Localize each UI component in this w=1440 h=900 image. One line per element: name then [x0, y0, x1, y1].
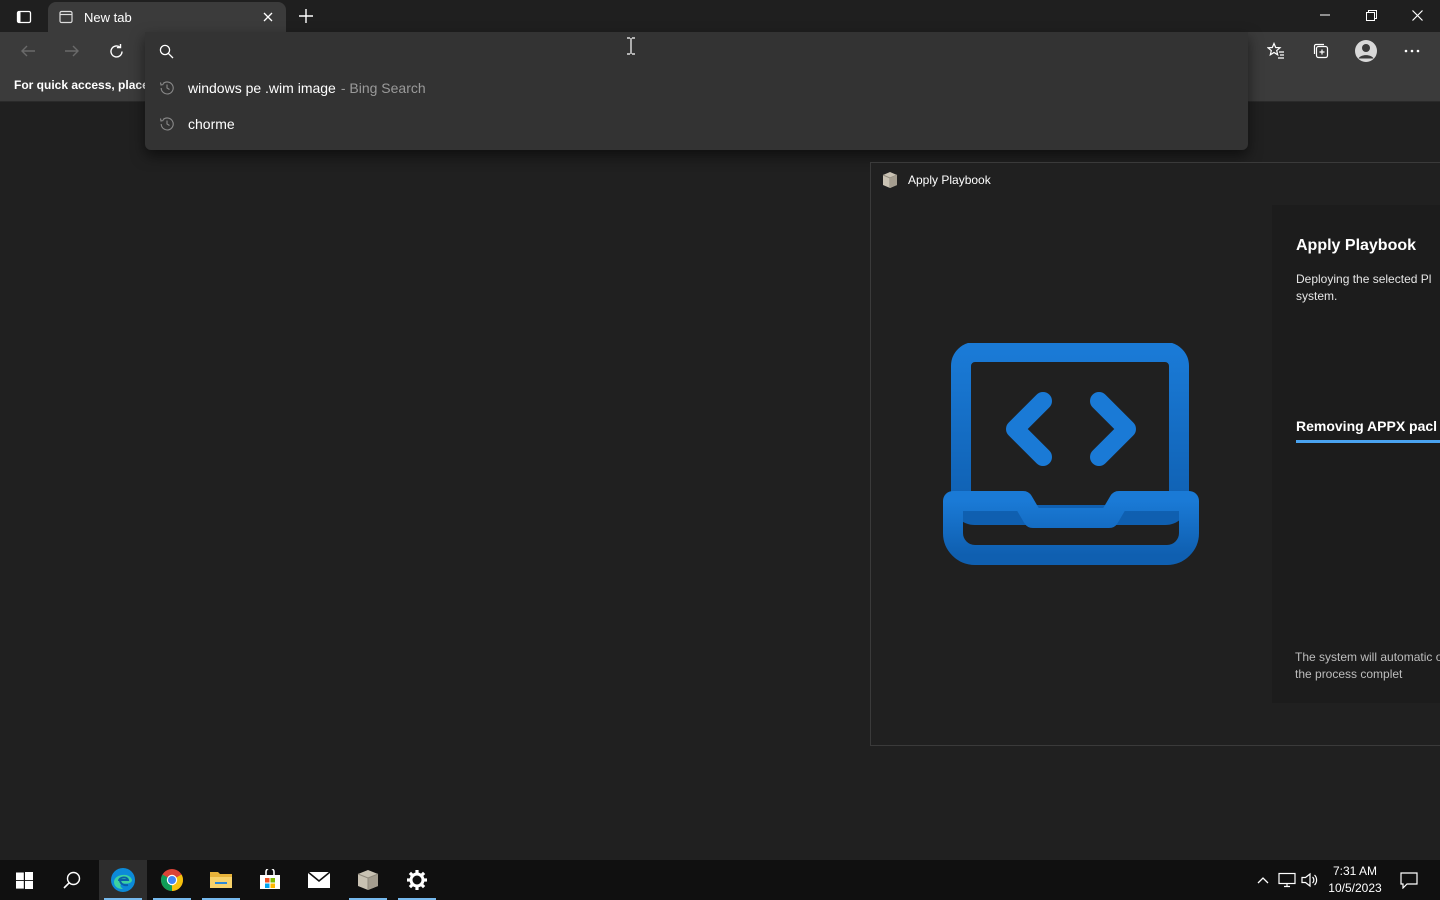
taskbar-edge[interactable] — [99, 860, 147, 900]
collections-button[interactable] — [1306, 36, 1336, 66]
restore-icon — [1365, 9, 1377, 21]
playbook-current-step: Removing APPX pacl — [1296, 418, 1438, 434]
suggestion-source: - Bing Search — [340, 80, 426, 96]
history-icon — [157, 78, 177, 98]
network-button[interactable] — [1276, 860, 1298, 900]
suggestion-item[interactable]: chorme — [145, 106, 1248, 142]
minimize-icon — [1320, 14, 1330, 16]
taskbar-store[interactable] — [246, 860, 294, 900]
history-icon — [157, 114, 177, 134]
forward-button[interactable] — [57, 36, 87, 66]
suggestion-text: chorme — [188, 116, 235, 132]
taskbar-mail[interactable] — [295, 860, 343, 900]
minimize-button[interactable] — [1302, 0, 1348, 30]
mail-icon — [307, 871, 331, 888]
new-tab-favicon-icon — [58, 9, 74, 25]
profile-button[interactable] — [1351, 36, 1381, 66]
tab-actions-icon — [16, 10, 32, 24]
notification-center-button[interactable] — [1394, 860, 1424, 900]
address-bar — [145, 32, 1248, 70]
window-close-button[interactable] — [1394, 0, 1440, 30]
notification-icon — [1400, 871, 1418, 889]
search-icon — [157, 42, 175, 60]
taskbar-chrome[interactable] — [148, 860, 196, 900]
start-button[interactable] — [0, 860, 48, 900]
suggestion-item[interactable]: windows pe .wim image - Bing Search — [145, 70, 1248, 106]
file-explorer-icon — [210, 872, 232, 888]
playbook-status-panel: Apply Playbook Deploying the selected Pl… — [1272, 205, 1440, 703]
taskbar: 7:31 AM 10/5/2023 — [0, 860, 1440, 900]
clock-date: 10/5/2023 — [1328, 881, 1382, 895]
taskbar-settings[interactable] — [393, 860, 441, 900]
restore-button[interactable] — [1348, 0, 1394, 30]
network-icon — [1278, 872, 1296, 888]
show-hidden-icons-button[interactable] — [1253, 860, 1273, 900]
edge-icon — [111, 868, 135, 892]
code-laptop-icon — [943, 343, 1199, 565]
store-icon — [260, 869, 280, 889]
close-icon — [1411, 9, 1423, 21]
chevron-up-icon — [1257, 877, 1269, 884]
refresh-button[interactable] — [101, 36, 131, 66]
address-bar-dropdown: windows pe .wim image - Bing Search chor… — [145, 32, 1248, 150]
taskbar-file-explorer[interactable] — [197, 860, 245, 900]
plus-icon — [299, 9, 313, 23]
taskbar-clock[interactable]: 7:31 AM 10/5/2023 — [1322, 863, 1388, 897]
tab-close-button[interactable] — [258, 7, 278, 27]
playbook-description: Deploying the selected Pl system. — [1296, 272, 1432, 303]
tab-title: New tab — [84, 9, 132, 25]
favorites-hint: For quick access, place y — [14, 78, 159, 92]
volume-icon — [1301, 872, 1318, 888]
volume-button[interactable] — [1299, 860, 1321, 900]
search-icon — [63, 871, 81, 889]
playbook-titlebar: Apply Playbook — [871, 163, 1440, 197]
tab-new-tab[interactable]: New tab — [48, 2, 286, 32]
more-dots-icon — [1404, 49, 1420, 53]
chrome-icon — [161, 869, 183, 891]
favorites-button[interactable] — [1261, 36, 1291, 66]
playbook-note: The system will automatic once the proce… — [1295, 650, 1440, 681]
tab-actions-button[interactable] — [10, 6, 38, 28]
settings-icon — [407, 870, 427, 890]
clock-time: 7:31 AM — [1332, 864, 1378, 878]
address-input[interactable] — [183, 39, 1248, 63]
playbook-progress-bar — [1296, 440, 1440, 443]
avatar-icon — [1355, 40, 1377, 62]
back-button[interactable] — [13, 36, 43, 66]
arrow-right-icon — [65, 45, 79, 57]
browser-titlebar: New tab — [0, 0, 1440, 32]
taskbar-playbook-app[interactable] — [344, 860, 392, 900]
taskbar-search-button[interactable] — [48, 860, 96, 900]
close-icon — [263, 12, 273, 22]
settings-more-button[interactable] — [1397, 36, 1427, 66]
playbook-heading: Apply Playbook — [1296, 237, 1417, 254]
playbook-app-icon — [880, 170, 900, 190]
collections-icon — [1313, 43, 1329, 59]
playbook-window-title: Apply Playbook — [908, 173, 991, 187]
apply-playbook-window: Apply Playbook Apply Playbook Deploying … — [870, 162, 1440, 746]
suggestion-text: windows pe .wim image — [188, 80, 336, 96]
playbook-app-icon — [357, 870, 379, 890]
arrow-left-icon — [21, 45, 35, 57]
favorites-star-icon — [1267, 42, 1284, 59]
text-cursor-icon — [627, 37, 635, 55]
start-icon — [15, 871, 33, 889]
new-tab-button[interactable] — [294, 4, 318, 28]
refresh-icon — [109, 43, 123, 58]
